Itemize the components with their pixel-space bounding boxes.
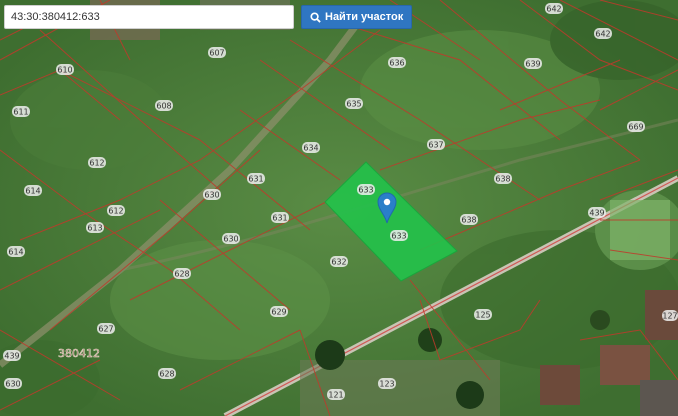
svg-text:612: 612	[89, 159, 104, 168]
parcel-label[interactable]: 627	[97, 323, 115, 334]
svg-text:630: 630	[204, 191, 219, 200]
parcel-label[interactable]: 121	[327, 389, 345, 400]
parcel-label[interactable]: 642	[545, 3, 563, 14]
parcel-label[interactable]: 123	[378, 378, 396, 389]
parcel-label[interactable]: 628	[173, 268, 191, 279]
svg-text:638: 638	[495, 175, 510, 184]
svg-text:123: 123	[379, 380, 394, 389]
svg-text:610: 610	[57, 66, 72, 75]
parcel-label[interactable]: 612	[88, 157, 106, 168]
svg-text:634: 634	[303, 144, 318, 153]
parcel-label[interactable]: 630	[222, 233, 240, 244]
parcel-label[interactable]: 633	[357, 184, 375, 195]
svg-text:642: 642	[595, 30, 610, 39]
svg-text:635: 635	[346, 100, 361, 109]
find-parcel-label: Найти участок	[325, 11, 404, 23]
parcel-label[interactable]: 636	[388, 57, 406, 68]
svg-text:632: 632	[331, 258, 346, 267]
parcel-label[interactable]: 632	[330, 256, 348, 267]
search-bar: Найти участок	[4, 5, 413, 29]
svg-text:614: 614	[25, 187, 40, 196]
svg-text:636: 636	[389, 59, 404, 68]
parcel-label[interactable]: 629	[270, 306, 288, 317]
parcel-label[interactable]: 630	[203, 189, 221, 200]
parcel-label[interactable]: 608	[155, 100, 173, 111]
svg-text:631: 631	[272, 214, 287, 223]
svg-text:627: 627	[98, 325, 113, 334]
parcel-label[interactable]: 633	[390, 230, 408, 241]
parcel-label[interactable]: 634	[302, 142, 320, 153]
parcel-label[interactable]: 631	[247, 173, 265, 184]
parcel-label[interactable]: 614	[24, 185, 42, 196]
search-icon	[310, 11, 321, 23]
svg-text:630: 630	[5, 380, 20, 389]
parcel-label[interactable]: 125	[474, 309, 492, 320]
parcel-label[interactable]: 638	[494, 173, 512, 184]
svg-text:127: 127	[662, 312, 677, 321]
svg-text:638: 638	[461, 216, 476, 225]
svg-text:633: 633	[358, 186, 373, 195]
svg-text:631: 631	[248, 175, 263, 184]
svg-text:639: 639	[525, 60, 540, 69]
parcel-label[interactable]: 610	[56, 64, 74, 75]
svg-text:669: 669	[628, 123, 643, 132]
parcel-label[interactable]: 613	[86, 222, 104, 233]
parcel-label[interactable]: 635	[345, 98, 363, 109]
parcel-label[interactable]: 439	[3, 350, 21, 361]
svg-text:439: 439	[4, 352, 19, 361]
find-parcel-button[interactable]: Найти участок	[301, 5, 413, 29]
parcel-label[interactable]: 127	[662, 310, 678, 321]
svg-text:612: 612	[108, 207, 123, 216]
parcel-label[interactable]: 642	[594, 28, 612, 39]
svg-text:613: 613	[87, 224, 102, 233]
parcel-label[interactable]: 614	[7, 246, 25, 257]
parcel-label[interactable]: 637	[427, 139, 445, 150]
parcel-label[interactable]: 638	[460, 214, 478, 225]
parcel-label[interactable]: 628	[158, 368, 176, 379]
svg-text:628: 628	[174, 270, 189, 279]
svg-text:630: 630	[223, 235, 238, 244]
quarter-label: 380412	[58, 347, 100, 360]
svg-text:611: 611	[13, 108, 28, 117]
parcel-label[interactable]: 669	[627, 121, 645, 132]
svg-text:633: 633	[391, 232, 406, 241]
svg-text:121: 121	[328, 391, 343, 400]
svg-text:614: 614	[8, 248, 23, 257]
parcel-label[interactable]: 611	[12, 106, 30, 117]
cadastral-map[interactable]: 380412 607 610 611 608 612 614 612 613 6…	[0, 0, 678, 416]
svg-text:439: 439	[589, 209, 604, 218]
svg-text:125: 125	[475, 311, 490, 320]
svg-text:629: 629	[271, 308, 286, 317]
svg-text:628: 628	[159, 370, 174, 379]
parcel-label[interactable]: 612	[107, 205, 125, 216]
cadastral-number-input[interactable]	[4, 5, 294, 29]
svg-text:642: 642	[546, 5, 561, 14]
parcel-label[interactable]: 639	[524, 58, 542, 69]
svg-text:607: 607	[209, 49, 224, 58]
parcel-label[interactable]: 607	[208, 47, 226, 58]
parcel-label[interactable]: 630	[4, 378, 22, 389]
parcel-label[interactable]: 439	[588, 207, 606, 218]
svg-text:637: 637	[428, 141, 443, 150]
parcel-label[interactable]: 631	[271, 212, 289, 223]
svg-text:608: 608	[156, 102, 171, 111]
